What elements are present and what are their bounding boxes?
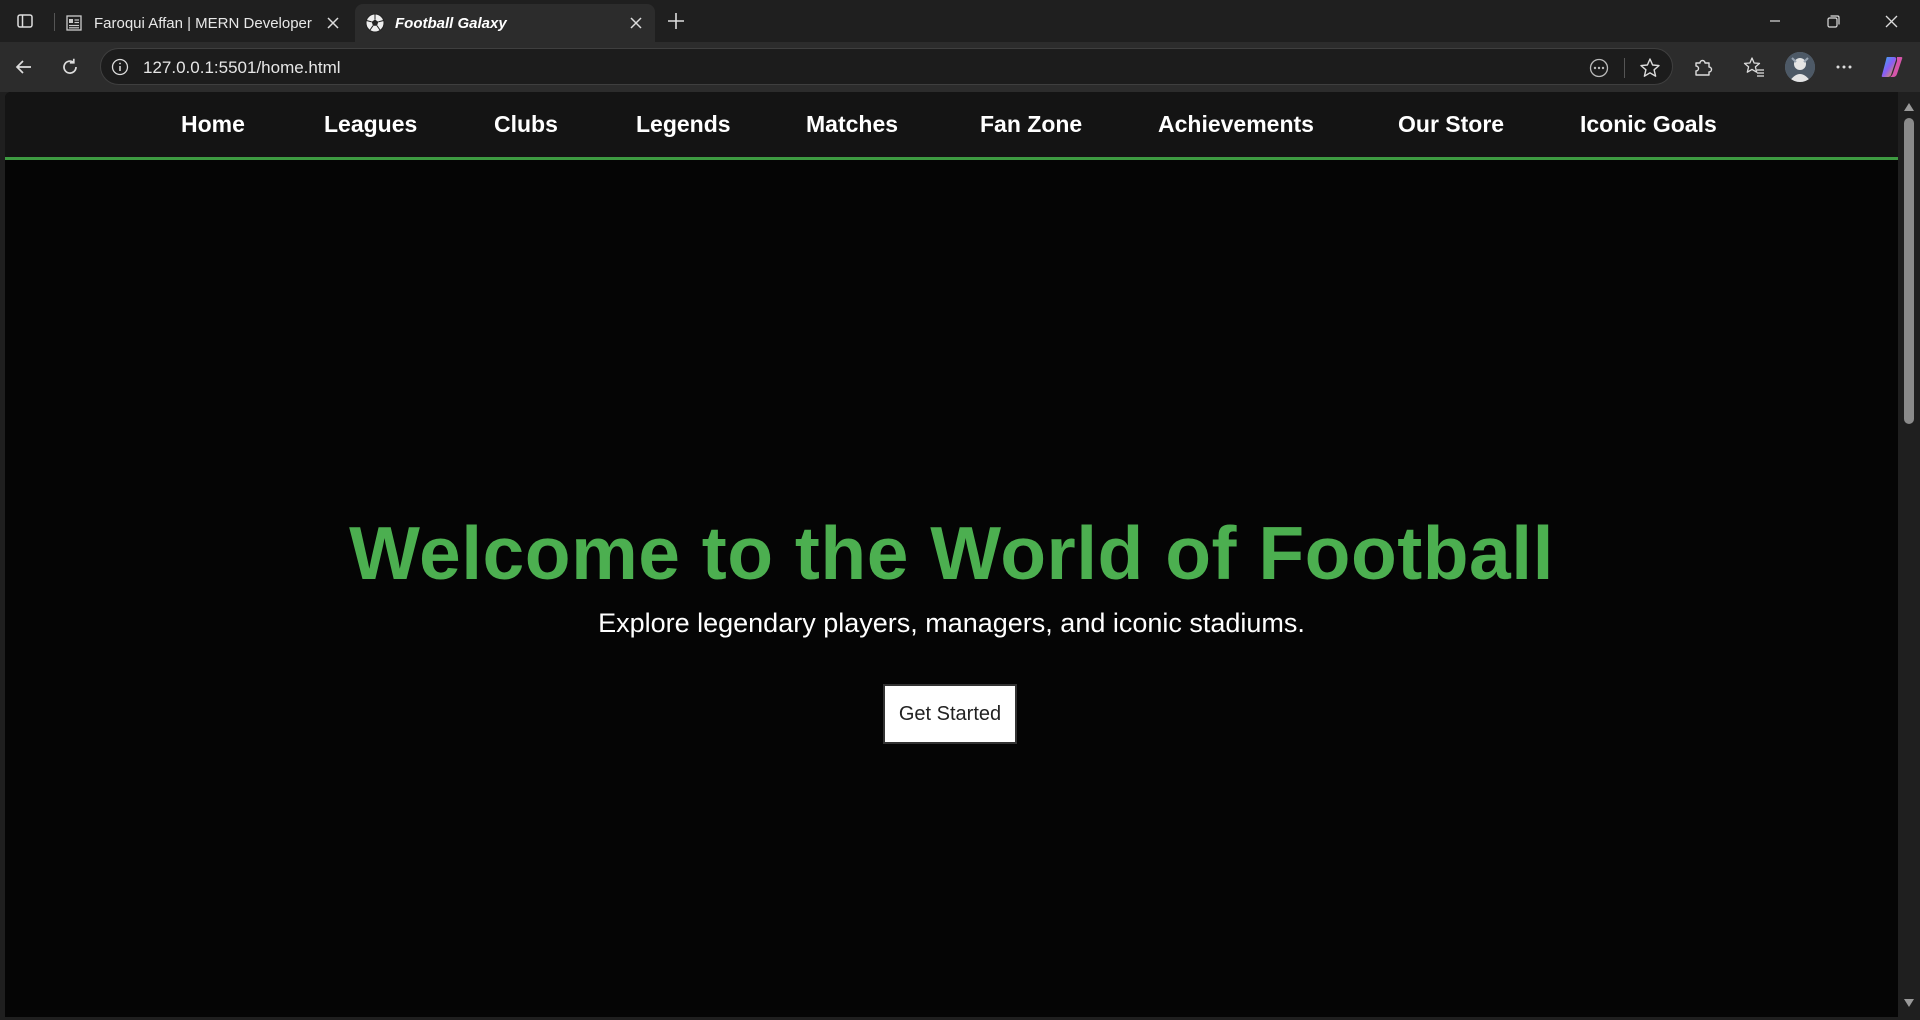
address-bar[interactable]: 127.0.0.1:5501/home.html (100, 48, 1673, 85)
close-tab-icon[interactable] (320, 10, 346, 36)
page-scrollbar[interactable] (1898, 92, 1920, 1017)
nav-our-store[interactable]: Our Store (1398, 111, 1504, 138)
more-horizontal-icon (1836, 65, 1852, 69)
favorites-button[interactable] (1738, 51, 1770, 83)
get-started-button[interactable]: Get Started (883, 684, 1017, 744)
puzzle-piece-icon (1695, 59, 1713, 76)
favorite-star-icon[interactable] (1637, 55, 1663, 81)
close-window-button[interactable] (1862, 0, 1920, 42)
nav-achievements[interactable]: Achievements (1158, 111, 1314, 138)
nav-legends[interactable]: Legends (636, 111, 731, 138)
restore-icon (1826, 14, 1840, 28)
hero-subtitle: Explore legendary players, managers, and… (598, 608, 1305, 638)
address-bar-separator (1624, 58, 1625, 78)
tab-title: Faroqui Affan | MERN Developer (94, 14, 312, 32)
close-icon (1885, 15, 1897, 27)
nav-matches[interactable]: Matches (806, 111, 898, 138)
nav-iconic-goals[interactable]: Iconic Goals (1580, 111, 1717, 138)
tab-portfolio[interactable]: Faroqui Affan | MERN Developer (54, 4, 352, 42)
scrollbar-thumb[interactable] (1904, 118, 1914, 424)
restore-button[interactable] (1804, 0, 1862, 42)
close-tab-icon[interactable] (623, 10, 649, 36)
soccer-ball-icon (365, 13, 385, 33)
tab-actions-button[interactable] (12, 8, 38, 34)
tab-football-galaxy[interactable]: Football Galaxy (355, 4, 655, 42)
url-text[interactable]: 127.0.0.1:5501/home.html (143, 58, 341, 78)
arrow-left-icon (15, 60, 31, 74)
minimize-button[interactable] (1746, 0, 1804, 42)
scroll-up-arrow-icon[interactable] (1903, 101, 1915, 113)
tab-title: Football Galaxy (395, 14, 507, 32)
scroll-down-arrow-icon[interactable] (1903, 997, 1915, 1009)
plus-icon (668, 13, 684, 29)
minimize-icon (1770, 20, 1780, 22)
refresh-button[interactable] (54, 51, 86, 83)
sidebar-toggle-icon (17, 14, 33, 28)
hero-title: Welcome to the World of Football (349, 511, 1554, 595)
site-navigation: Home Leagues Clubs Legends Matches Fan Z… (5, 92, 1898, 160)
favorites-list-icon (1743, 57, 1764, 77)
tab-strip: Faroqui Affan | MERN Developer Football … (0, 0, 1920, 42)
site-info-icon[interactable] (110, 57, 130, 77)
page-viewport: Home Leagues Clubs Legends Matches Fan Z… (5, 92, 1898, 1017)
extensions-button[interactable] (1687, 51, 1719, 83)
avatar-icon (1785, 52, 1815, 82)
nav-fan-zone[interactable]: Fan Zone (980, 111, 1082, 138)
settings-more-button[interactable] (1828, 51, 1860, 83)
read-aloud-icon[interactable] (1586, 55, 1612, 81)
browser-toolbar: 127.0.0.1:5501/home.html (0, 42, 1920, 92)
copilot-button[interactable] (1876, 51, 1908, 83)
refresh-icon (63, 58, 77, 74)
nav-clubs[interactable]: Clubs (494, 111, 558, 138)
document-icon (64, 13, 84, 33)
back-button[interactable] (8, 51, 40, 83)
copilot-icon (1881, 57, 1903, 77)
nav-home[interactable]: Home (181, 111, 245, 138)
nav-leagues[interactable]: Leagues (324, 111, 417, 138)
profile-avatar[interactable] (1785, 52, 1815, 82)
new-tab-button[interactable] (662, 7, 690, 35)
